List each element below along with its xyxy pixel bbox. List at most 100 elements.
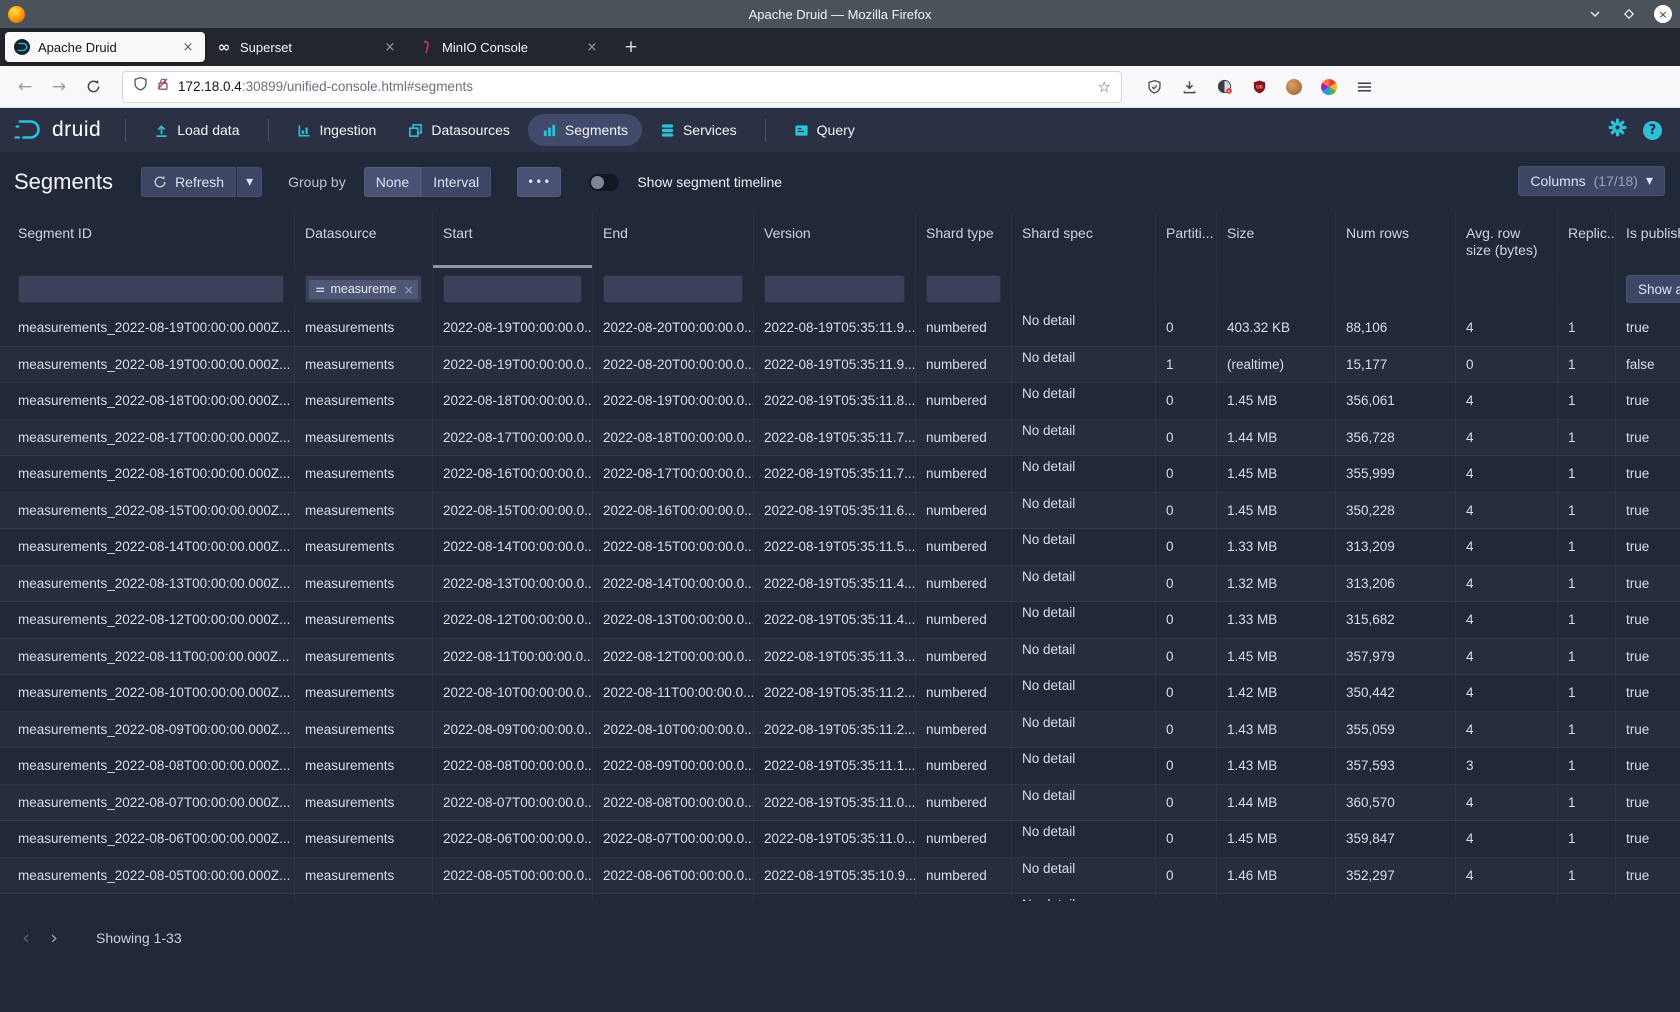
cell-segment-id: measurements_2022-08-14T00:00:00.000Z...	[0, 529, 295, 565]
next-page-icon[interactable]: ›	[40, 924, 68, 952]
cell-start: 2022-08-07T00:00:00.0...	[433, 785, 593, 821]
cell-partition: 0	[1156, 456, 1217, 492]
col-header-shard-spec[interactable]: Shard spec	[1012, 212, 1156, 268]
refresh-button[interactable]: Refresh	[141, 167, 236, 197]
col-header-size[interactable]: Size	[1217, 212, 1336, 268]
downloads-icon[interactable]	[1175, 73, 1203, 101]
col-header-datasource[interactable]: Datasource	[295, 212, 433, 268]
cell-avg-row-size: 4	[1456, 310, 1558, 346]
table-row[interactable]: measurements_2022-08-05T00:00:00.000Z...…	[0, 858, 1680, 895]
table-row[interactable]: measurements_2022-08-07T00:00:00.000Z...…	[0, 785, 1680, 822]
nav-item-services[interactable]: Services	[646, 114, 751, 146]
maximize-icon[interactable]	[1620, 5, 1638, 23]
container-extension-icon[interactable]: x	[1210, 73, 1238, 101]
cell-version: 2022-08-19T05:35:11.0...	[754, 785, 916, 821]
group-by-label: Group by	[288, 174, 346, 190]
nav-item-segments[interactable]: Segments	[528, 114, 642, 146]
group-by-none-button[interactable]: None	[364, 167, 421, 197]
cell-version: 2022-08-19T05:35:11.1...	[754, 748, 916, 784]
col-header-shard-type[interactable]: Shard type	[916, 212, 1012, 268]
nav-item-datasources[interactable]: Datasources	[394, 114, 524, 146]
table-row[interactable]: measurements_2022-08-17T00:00:00.000Z...…	[0, 420, 1680, 457]
table-row[interactable]: measurements_2022-08-06T00:00:00.000Z...…	[0, 821, 1680, 858]
table-row[interactable]: measurements_2022-08-18T00:00:00.000Z...…	[0, 383, 1680, 420]
columns-button[interactable]: Columns (17/18) ▾	[1518, 166, 1665, 196]
remove-filter-icon[interactable]: ×	[403, 282, 413, 297]
ingestion-icon	[297, 123, 312, 138]
table-row[interactable]: measurements_2022-08-13T00:00:00.000Z...…	[0, 566, 1680, 603]
table-row[interactable]: measurements_2022-08-12T00:00:00.000Z...…	[0, 602, 1680, 639]
segment-id-filter-input[interactable]	[18, 275, 284, 303]
tab-close-icon[interactable]: ×	[584, 40, 600, 55]
new-tab-button[interactable]: +	[618, 34, 644, 60]
ublock-origin-icon[interactable]: U0	[1245, 73, 1273, 101]
bookmark-star-icon[interactable]: ☆	[1098, 78, 1111, 96]
col-header-end[interactable]: End	[593, 212, 754, 268]
minimize-icon[interactable]	[1586, 5, 1604, 23]
group-by-interval-button[interactable]: Interval	[421, 167, 491, 197]
cell-avg-row-size: 0	[1456, 347, 1558, 383]
table-row[interactable]: measurements_2022-08-09T00:00:00.000Z...…	[0, 712, 1680, 749]
col-header-start[interactable]: Start	[433, 212, 593, 268]
segment-timeline-toggle[interactable]	[589, 174, 619, 191]
nav-item-load-data[interactable]: Load data	[140, 114, 253, 146]
cell-is-published: true	[1616, 748, 1680, 784]
col-header-replicas[interactable]: Replic...	[1558, 212, 1616, 268]
version-filter-input[interactable]	[764, 275, 905, 303]
datasource-filter-input[interactable]: = measureme ×	[305, 275, 422, 303]
is-published-filter-button[interactable]: Show all	[1626, 275, 1680, 303]
help-icon[interactable]: ?	[1643, 121, 1662, 140]
connection-not-secure-lock-icon[interactable]	[156, 76, 170, 97]
previous-page-icon[interactable]: ‹	[12, 924, 40, 952]
table-row[interactable]: measurements_2022-08-14T00:00:00.000Z...…	[0, 529, 1680, 566]
table-row[interactable]: measurements_2022-08-11T00:00:00.000Z...…	[0, 639, 1680, 676]
cell-size: 1.43 MB	[1217, 748, 1336, 784]
cell-is-published: false	[1616, 347, 1680, 383]
col-header-partition[interactable]: Partiti...	[1156, 212, 1217, 268]
url-text[interactable]: 172.18.0.4:30899/unified-console.html#se…	[178, 79, 1090, 94]
nav-item-ingestion[interactable]: Ingestion	[283, 114, 391, 146]
refresh-dropdown-button[interactable]: ▾	[237, 167, 262, 197]
table-row[interactable]: measurements_2022-08-10T00:00:00.000Z...…	[0, 675, 1680, 712]
cell-is-published	[1616, 894, 1680, 901]
table-row[interactable]: measurements_2022-08-04T00:00:00.000Z...…	[0, 894, 1680, 901]
col-header-version[interactable]: Version	[754, 212, 916, 268]
table-header-row: Segment ID Datasource Start End Version …	[0, 212, 1680, 268]
settings-gear-icon[interactable]	[1608, 118, 1627, 142]
tab-minio-console[interactable]: MinIO Console ×	[409, 32, 609, 62]
url-bar[interactable]: 172.18.0.4:30899/unified-console.html#se…	[122, 71, 1122, 103]
colorful-extension-icon[interactable]	[1315, 73, 1343, 101]
menu-icon[interactable]	[1350, 73, 1378, 101]
tab-close-icon[interactable]: ×	[382, 40, 398, 55]
cell-num-rows: 313,209	[1336, 529, 1456, 565]
firefox-logo-icon	[8, 6, 25, 23]
table-row[interactable]: measurements_2022-08-19T00:00:00.000Z...…	[0, 310, 1680, 347]
shard-type-filter-input[interactable]	[926, 275, 1001, 303]
cell-shard-spec: No detail	[1012, 347, 1156, 383]
table-row[interactable]: measurements_2022-08-08T00:00:00.000Z...…	[0, 748, 1680, 785]
tab-close-icon[interactable]: ×	[180, 40, 196, 55]
tracking-protection-shield-icon[interactable]	[133, 76, 148, 97]
col-header-segment-id[interactable]: Segment ID	[0, 212, 295, 268]
datasource-filter-tag[interactable]: = measureme ×	[309, 280, 418, 299]
col-header-is-published[interactable]: Is published	[1616, 212, 1680, 268]
tab-apache-druid[interactable]: Apache Druid ×	[5, 32, 205, 62]
forward-icon[interactable]: →	[44, 72, 74, 102]
col-header-num-rows[interactable]: Num rows	[1336, 212, 1456, 268]
table-row[interactable]: measurements_2022-08-15T00:00:00.000Z...…	[0, 493, 1680, 530]
nav-item-query[interactable]: Query	[780, 114, 869, 146]
cell-segment-id: measurements_2022-08-11T00:00:00.000Z...	[0, 639, 295, 675]
druid-logo[interactable]: druid	[12, 117, 111, 143]
tab-superset[interactable]: ∞ Superset ×	[207, 32, 407, 62]
col-header-avg-row-size[interactable]: Avg. row size (bytes)	[1456, 212, 1558, 268]
close-window-icon[interactable]: ×	[1654, 5, 1672, 23]
reload-icon[interactable]	[78, 72, 108, 102]
table-row[interactable]: measurements_2022-08-19T00:00:00.000Z...…	[0, 347, 1680, 384]
table-row[interactable]: measurements_2022-08-16T00:00:00.000Z...…	[0, 456, 1680, 493]
end-filter-input[interactable]	[603, 275, 743, 303]
start-filter-input[interactable]	[443, 275, 582, 303]
cookie-extension-icon[interactable]	[1280, 73, 1308, 101]
back-icon[interactable]: ←	[10, 72, 40, 102]
shield-permissions-icon[interactable]	[1140, 73, 1168, 101]
more-options-button[interactable]: •••	[517, 167, 561, 197]
